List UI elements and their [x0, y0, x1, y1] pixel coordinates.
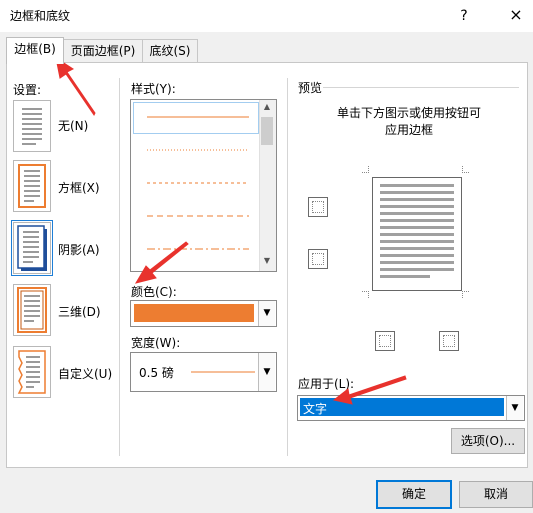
preview-line — [380, 254, 454, 257]
page-custom-icon — [17, 350, 46, 394]
setting-3d-label[interactable]: 三维(D) — [58, 303, 101, 320]
ok-button[interactable]: 确定 — [376, 480, 452, 509]
tab-page-border[interactable]: 页面边框(P) — [63, 39, 143, 63]
color-swatch — [134, 304, 254, 322]
tab-border[interactable]: 边框(B) — [6, 37, 64, 64]
preview-line — [380, 247, 454, 250]
corner-mark — [362, 166, 369, 173]
chevron-down-icon[interactable]: ▼ — [258, 353, 275, 391]
preview-line — [380, 261, 454, 264]
preview-line — [380, 275, 430, 278]
preview-line — [380, 198, 454, 201]
page-shadow-icon — [17, 225, 47, 271]
preview-hint-line1: 单击下方图示或使用按钮可 — [336, 106, 481, 120]
preview-line — [380, 212, 454, 215]
apply-to-heading: 应用于(L): — [298, 377, 355, 391]
bottom-border-button[interactable] — [308, 249, 328, 269]
preview-line — [380, 233, 454, 236]
cancel-button[interactable]: 取消 — [459, 481, 533, 508]
setting-shadow-icon[interactable] — [11, 220, 53, 276]
color-heading: 颜色(C): — [131, 285, 177, 299]
tab-shading[interactable]: 底纹(S) — [142, 39, 198, 63]
column-divider — [119, 78, 120, 456]
right-border-button[interactable] — [439, 331, 459, 351]
preview-line — [380, 226, 454, 229]
setting-none-icon[interactable] — [13, 100, 51, 152]
setting-box-label[interactable]: 方框(X) — [58, 179, 100, 196]
apply-to-value: 文字 — [303, 402, 328, 416]
preview-heading: 预览 — [298, 81, 323, 95]
style-list[interactable]: ▲ ▼ — [130, 99, 277, 272]
page-3d-icon — [17, 287, 47, 333]
close-button[interactable]: × — [504, 3, 528, 27]
setting-custom-label[interactable]: 自定义(U) — [58, 365, 112, 382]
width-line-sample — [191, 371, 255, 373]
setting-shadow-label[interactable]: 阴影(A) — [58, 241, 100, 258]
options-button[interactable]: 选项(O)... — [451, 428, 525, 454]
color-dropdown[interactable]: ▼ — [130, 300, 277, 327]
settings-heading: 设置: — [13, 83, 42, 97]
left-border-button[interactable] — [375, 331, 395, 351]
chevron-down-icon[interactable]: ▼ — [506, 396, 523, 420]
scroll-up-icon[interactable]: ▲ — [261, 102, 273, 114]
setting-3d-icon[interactable] — [13, 284, 51, 336]
setting-custom-icon[interactable] — [13, 346, 51, 398]
column-divider — [287, 78, 288, 456]
style-heading: 样式(Y): — [131, 82, 176, 96]
apply-to-dropdown[interactable]: 文字 ▼ — [297, 395, 525, 421]
chevron-down-icon[interactable]: ▼ — [258, 301, 275, 326]
scroll-thumb[interactable] — [261, 117, 273, 145]
scroll-down-icon[interactable]: ▼ — [261, 256, 273, 268]
setting-box-icon[interactable] — [13, 160, 51, 212]
corner-mark — [462, 166, 469, 173]
help-button[interactable]: ? — [453, 5, 475, 27]
preview-line — [380, 191, 454, 194]
page-box-icon — [18, 164, 46, 208]
preview-hint-line2: 应用边框 — [384, 123, 433, 137]
preview-line — [380, 219, 454, 222]
setting-none-label[interactable]: 无(N) — [58, 117, 88, 134]
corner-mark — [362, 291, 369, 298]
width-value: 0.5 磅 — [139, 366, 174, 380]
preview-page[interactable] — [372, 177, 462, 291]
top-border-button[interactable] — [308, 197, 328, 217]
dialog-title: 边框和底纹 — [10, 9, 71, 23]
preview-line — [380, 240, 454, 243]
apply-to-selection — [300, 398, 504, 416]
preview-line — [380, 184, 454, 187]
preview-rule — [323, 87, 519, 88]
corner-mark — [462, 291, 469, 298]
width-dropdown[interactable]: 0.5 磅 ▼ — [130, 352, 277, 392]
preview-line — [380, 268, 454, 271]
width-heading: 宽度(W): — [131, 336, 181, 350]
line-style-samples — [147, 116, 249, 250]
page-lines-icon — [22, 108, 42, 145]
preview-line — [380, 205, 454, 208]
